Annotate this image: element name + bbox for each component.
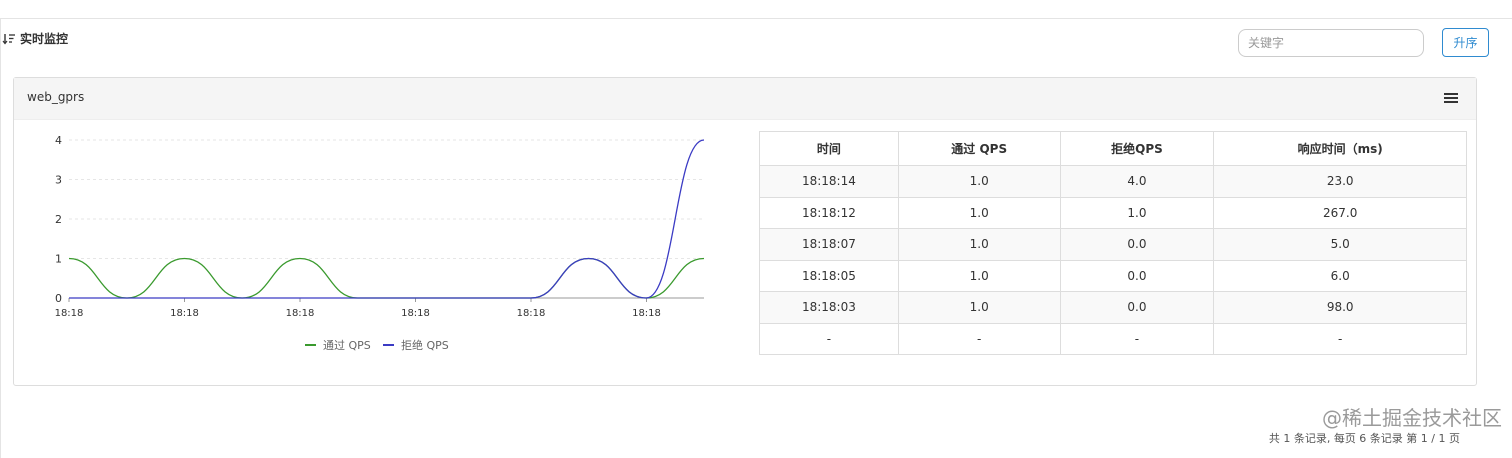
table-cell: 1.0 (897, 196, 1061, 229)
table-row: 18:18:12 1.0 1.0 267.0 (759, 196, 1467, 229)
table-header-row: 时间 通过 QPS 拒绝QPS 响应时间（ms) (759, 131, 1467, 166)
table-cell: - (759, 322, 899, 355)
table-cell: 18:18:14 (759, 165, 899, 198)
table-cell: 18:18:03 (759, 291, 899, 324)
chart-series (68, 139, 705, 299)
table-cell: - (1213, 322, 1467, 355)
menu-icon[interactable] (1444, 92, 1458, 104)
table-row: 18:18:14 1.0 4.0 23.0 (759, 165, 1467, 198)
x-tick-label: 18:18 (170, 308, 199, 319)
table-cell: 267.0 (1213, 196, 1467, 229)
table-cell: 1.0 (897, 165, 1061, 198)
table-cell: 18:18:07 (759, 228, 899, 261)
x-tick-label: 18:18 (401, 308, 430, 319)
y-tick-label: 4 (55, 134, 62, 147)
table-cell: 1.0 (1059, 196, 1215, 229)
series-line-reject-qps (68, 139, 705, 299)
table-cell: 1.0 (897, 259, 1061, 292)
table-cell: - (897, 322, 1061, 355)
table-cell: 18:18:05 (759, 259, 899, 292)
table-cell: 0.0 (1059, 228, 1215, 261)
qps-table: 时间 通过 QPS 拒绝QPS 响应时间（ms) 18:18:14 1.0 4.0 23.0… (759, 131, 1467, 355)
y-tick-label: 2 (55, 213, 62, 226)
table-header-cell: 响应时间（ms) (1213, 131, 1467, 166)
x-tick-label: 18:18 (286, 308, 315, 319)
table-cell: 0.0 (1059, 291, 1215, 324)
table-cell: 5.0 (1213, 228, 1467, 261)
legend-label: 拒绝 QPS (401, 338, 449, 352)
qps-line-chart: 0 1 2 3 4 18:18 18:18 18:18 18:18 18:18 18:18 通过 Q… (55, 134, 705, 352)
table-row: 18:18:03 1.0 0.0 98.0 (759, 291, 1467, 324)
table-cell: 23.0 (1213, 165, 1467, 198)
chart-legend: 通过 QPS 拒绝 QPS (305, 338, 449, 352)
pagination-text: 共 1 条记录, 每页 6 条记录 第 1 / 1 页 (1268, 432, 1460, 445)
table-header-cell: 拒绝QPS (1059, 131, 1215, 166)
table-cell: 1.0 (897, 291, 1061, 324)
table-cell: 1.0 (897, 228, 1061, 261)
x-tick-label: 18:18 (632, 308, 661, 319)
table-cell: 4.0 (1059, 165, 1215, 198)
table-cell: - (1059, 322, 1215, 355)
x-tick-label: 18:18 (517, 308, 546, 319)
chart-grid (68, 139, 704, 302)
table-cell: 6.0 (1213, 259, 1467, 292)
table-header-cell: 通过 QPS (897, 131, 1061, 166)
chart-ticks: 0 1 2 3 4 18:18 18:18 18:18 18:18 18:18 18:18 (55, 134, 661, 319)
table-row: ---- (759, 322, 1467, 355)
x-tick-label: 18:18 (55, 308, 84, 319)
table-row: 18:18:07 1.0 0.0 5.0 (759, 228, 1467, 261)
table-row: 18:18:05 1.0 0.0 6.0 (759, 259, 1467, 292)
y-tick-label: 3 (55, 174, 62, 187)
table-body: 18:18:14 1.0 4.0 23.0 18:18:12 1.0 1.0 267.0 18:… (759, 165, 1467, 355)
sort-ascending-button[interactable]: 升序 (1442, 28, 1489, 57)
watermark: @稀土掘金技术社区 (1322, 406, 1502, 430)
table-cell: 98.0 (1213, 291, 1467, 324)
legend-label: 通过 QPS (323, 339, 371, 352)
table-cell: 0.0 (1059, 259, 1215, 292)
series-line-pass-qps (68, 257, 705, 299)
table-header-cell: 时间 (759, 131, 899, 166)
table-cell: 18:18:12 (759, 196, 899, 229)
search-input[interactable] (1238, 29, 1424, 57)
y-tick-label: 1 (55, 253, 62, 266)
y-tick-label: 0 (55, 292, 62, 305)
